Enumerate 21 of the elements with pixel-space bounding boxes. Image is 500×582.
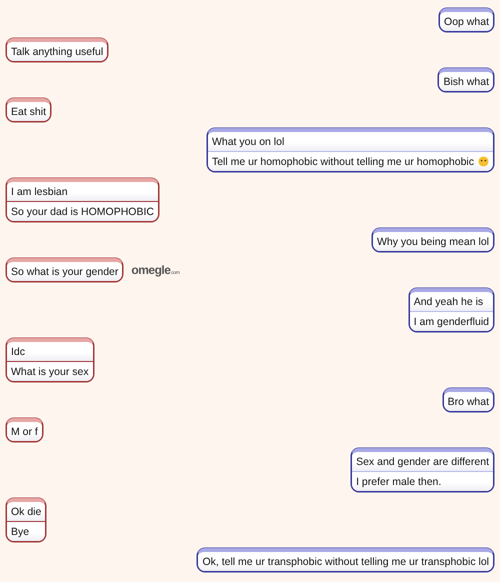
message-text: Bye (11, 526, 30, 538)
message-text: And yeah he is (414, 296, 484, 308)
message-text: Ok, tell me ur transphobic without telling me ur transphobic lol (202, 556, 489, 568)
message-text: Ok die (11, 506, 42, 518)
message-text: I prefer male then. (356, 476, 442, 488)
message-text: M or f (11, 426, 38, 438)
message-text: Sex and gender are different (356, 456, 489, 468)
message-text: I am genderfluid (414, 316, 489, 328)
message-text: Bish what (443, 76, 489, 88)
message-text: Idc (11, 346, 26, 358)
message-text: I am lesbian (11, 186, 68, 198)
message-text: What you on lol (212, 136, 284, 148)
message-text: Oop what (444, 16, 489, 28)
message-text: What is your sex (11, 366, 89, 378)
message-text: Eat shit (11, 106, 46, 118)
message-text: So your dad is HOMOPHOBIC (11, 206, 154, 218)
message-text: Bro what (448, 396, 489, 408)
message-text: Tell me ur homophobic without telling me ur homophobic (212, 156, 474, 168)
message-text: Talk anything useful (11, 46, 104, 58)
message-text: Why you being mean lol (376, 236, 489, 248)
message-text: So what is your gender (11, 266, 118, 278)
